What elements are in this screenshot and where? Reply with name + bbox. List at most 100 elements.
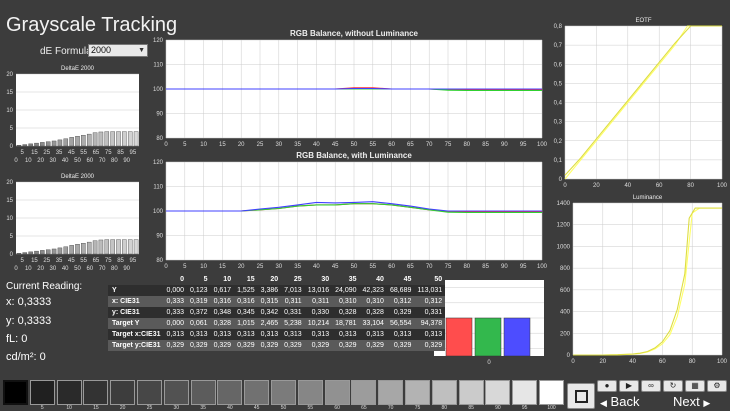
x-tick-label: 60 xyxy=(388,142,395,148)
table-cell: 0,333 xyxy=(163,296,188,307)
gray-patch[interactable] xyxy=(110,380,136,405)
play-button[interactable]: ▶ xyxy=(619,380,639,392)
gray-patch-label: 25 xyxy=(146,405,153,411)
bar xyxy=(127,131,133,147)
gray-patch[interactable] xyxy=(137,380,162,405)
x-tick-label: 40 xyxy=(62,266,69,272)
gray-patch[interactable] xyxy=(3,380,28,405)
x-tick-label: 55 xyxy=(369,264,376,270)
bar xyxy=(45,249,51,255)
de-formula-select[interactable]: 2000 ▼ xyxy=(88,44,148,57)
x-tick-label: 30 xyxy=(275,264,282,270)
y-tick-label: 0,4 xyxy=(554,101,563,107)
table-cell: 0,316 xyxy=(210,296,235,307)
x-tick-label: 50 xyxy=(74,266,81,272)
x-tick-label: 35 xyxy=(56,150,63,156)
x-tick-label: 25 xyxy=(43,258,50,264)
settings-button[interactable]: ⚙ xyxy=(707,380,727,392)
gray-patch-label: 65 xyxy=(361,405,367,411)
y-tick-label: 5 xyxy=(10,234,14,240)
table-cell: 94,378 xyxy=(414,318,446,329)
table-cell: 2,465 xyxy=(257,318,282,329)
x-tick-label: 40 xyxy=(624,183,631,189)
gray-patch[interactable] xyxy=(163,380,189,405)
gray-patch[interactable] xyxy=(539,380,564,405)
table-cell: 10,214 xyxy=(304,318,333,329)
bar xyxy=(445,317,473,357)
table-cell: 0,345 xyxy=(234,307,258,318)
x-tick-label: 75 xyxy=(105,150,112,156)
gray-patch[interactable] xyxy=(271,380,296,405)
gray-patch[interactable] xyxy=(405,380,430,405)
bar xyxy=(40,142,45,147)
gray-patch[interactable] xyxy=(297,380,323,405)
gray-patch[interactable] xyxy=(324,380,350,405)
table-row: Target Y 0,000 0,061 0,328 1,015 2,465 5,238 10… xyxy=(108,318,446,329)
gray-patch-label: 30 xyxy=(173,405,180,411)
x-tick-label: 90 xyxy=(501,264,508,270)
gray-patch[interactable] xyxy=(56,380,82,405)
y-tick-label: 110 xyxy=(153,185,163,191)
x-tick-label: 20 xyxy=(238,142,245,148)
table-cell: 0,329 xyxy=(187,340,211,351)
gray-patch-label: 70 xyxy=(387,405,394,411)
record-button[interactable]: ● xyxy=(597,380,617,392)
table-cell: 0,313 xyxy=(187,329,211,340)
x-tick-label: 10 xyxy=(200,142,207,148)
table-header-cell xyxy=(108,274,164,285)
x-tick-label: 0 xyxy=(14,158,18,164)
y-tick-label: 5 xyxy=(10,126,14,132)
gray-patch[interactable] xyxy=(378,380,404,405)
grid-button[interactable]: ▦ xyxy=(685,380,705,392)
table-header-cell: 25 xyxy=(281,274,305,285)
x-tick-label: 0 xyxy=(487,360,491,366)
x-tick-label: 20 xyxy=(599,359,606,365)
record-icon: ● xyxy=(604,381,610,390)
gray-patch[interactable] xyxy=(512,380,538,405)
table-cell: 0,313 xyxy=(163,329,188,340)
y-tick-label: 0 xyxy=(10,252,14,258)
refresh-button[interactable]: ↻ xyxy=(663,380,683,392)
x-tick-label: 90 xyxy=(123,266,130,272)
table-cell: 0,329 xyxy=(257,340,282,351)
gray-patch-label: 60 xyxy=(334,405,340,411)
gray-patch[interactable] xyxy=(244,380,270,405)
y-tick-label: 0,1 xyxy=(554,158,563,164)
bar xyxy=(86,241,92,255)
gray-patch[interactable] xyxy=(217,380,243,405)
loop-button[interactable]: ∞ xyxy=(641,380,661,392)
y-tick-label: 80 xyxy=(156,136,163,142)
gray-patch[interactable] xyxy=(431,380,457,405)
x-tick-label: 90 xyxy=(501,142,508,148)
gray-patch[interactable] xyxy=(351,380,377,405)
bar xyxy=(503,317,531,357)
x-tick-label: 60 xyxy=(659,359,666,365)
x-tick-label: 55 xyxy=(80,150,87,156)
bar xyxy=(98,239,104,255)
bar xyxy=(127,239,133,255)
next-button[interactable]: Next ▶ xyxy=(673,394,710,409)
gray-patch-label: 100 xyxy=(547,405,556,411)
measure-button[interactable] xyxy=(567,383,595,409)
de-formula-value: 2000 xyxy=(91,45,112,55)
table-row-label: y: CIE31 xyxy=(108,307,164,318)
x-tick-label: 40 xyxy=(629,359,636,365)
x-tick-label: 0 xyxy=(563,183,567,189)
gray-patch[interactable] xyxy=(83,380,109,405)
gray-patch[interactable] xyxy=(29,380,55,405)
x-tick-label: 45 xyxy=(332,264,339,270)
table-header-row: 0 5 10 15 20 25 30 35 40 45 50 xyxy=(108,274,446,285)
x-tick-label: 35 xyxy=(294,142,301,148)
gray-patch[interactable] xyxy=(458,380,484,405)
table-header-cell: 20 xyxy=(257,274,282,285)
x-tick-label: 50 xyxy=(74,158,81,164)
gray-patch[interactable] xyxy=(190,380,216,405)
bar xyxy=(28,251,33,255)
bar xyxy=(45,141,51,147)
bar xyxy=(69,137,74,147)
gray-patch-label: 10 xyxy=(66,405,72,411)
table-cell: 0,000 xyxy=(163,285,188,296)
back-button[interactable]: ◀ Back xyxy=(600,394,639,409)
deltae-bottom-chart: DeltaE 2000051015205 15 25 35 45 55 65 75 85 950 1… xyxy=(6,174,139,272)
gray-patch[interactable] xyxy=(485,380,511,405)
